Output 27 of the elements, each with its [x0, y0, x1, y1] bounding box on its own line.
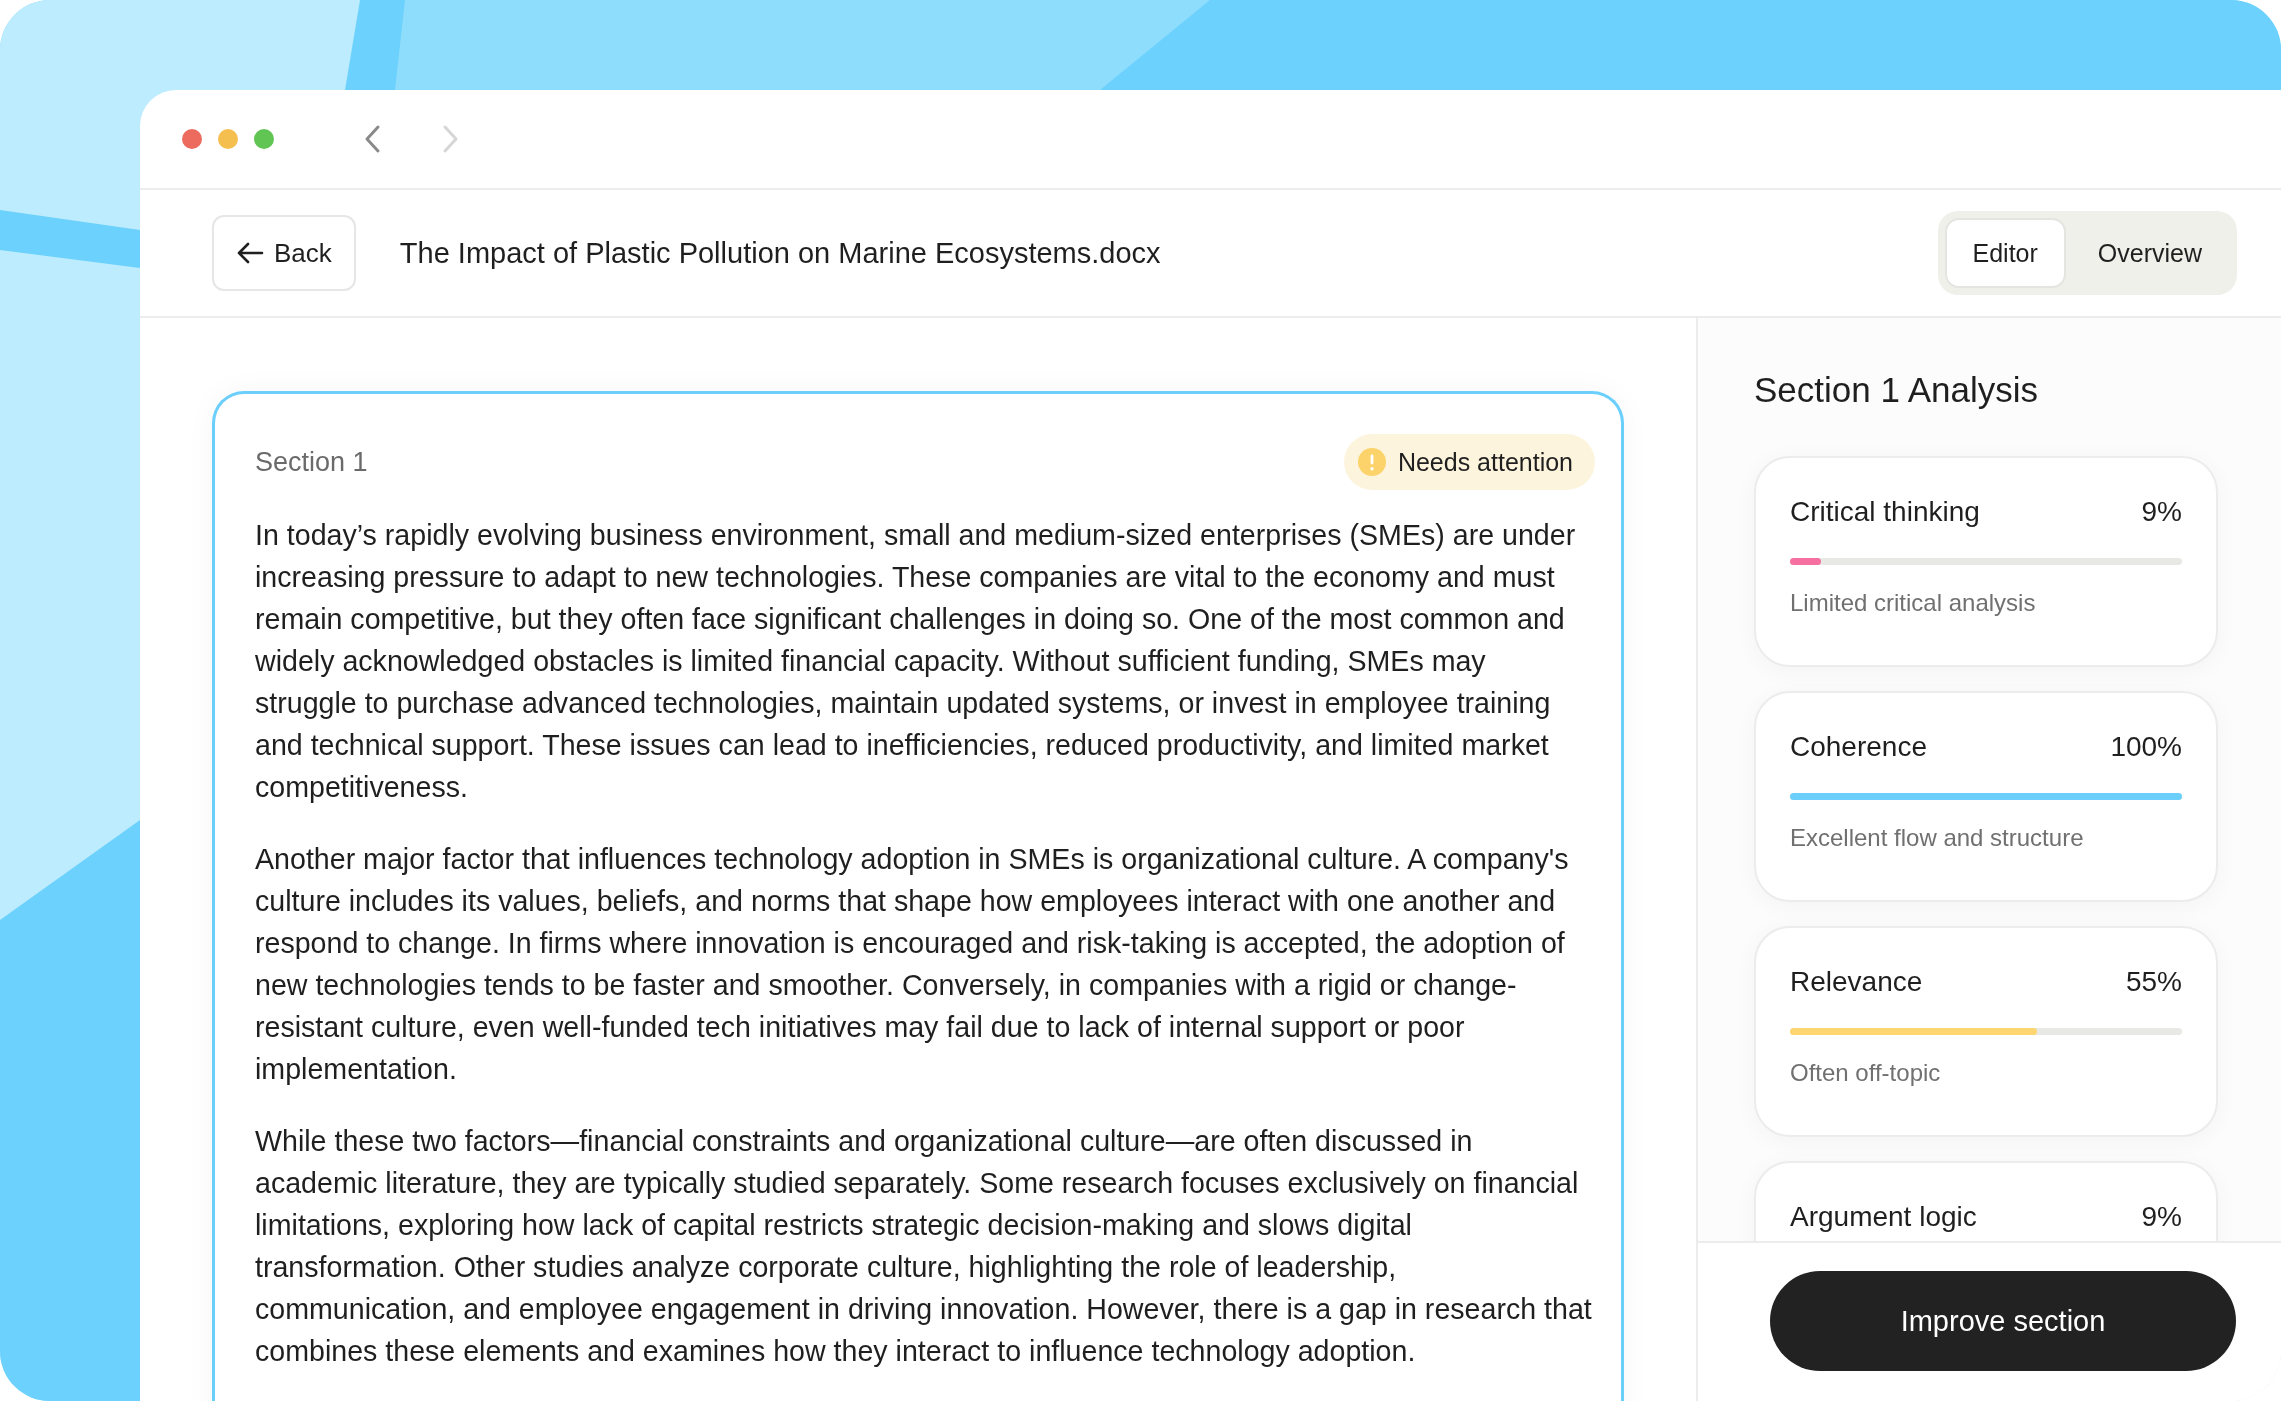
- metric-name: Critical thinking: [1790, 496, 1980, 528]
- view-tab[interactable]: Overview: [2069, 218, 2230, 288]
- exclamation-icon: [1357, 448, 1386, 476]
- metric-name: Relevance: [1790, 966, 1923, 998]
- paragraph: In today’s rapidly evolving business environment, small and medium-sized enterprises (SMEs) are under increasing pressure to adapt to new technologies. These companies are vital to the economy and must remain competitive, but they often face significant challenges in doing so. One of the most common and widely acknowledged obstacles is limited financial capacity. Without sufficient funding, SMEs may struggle to purchase advanced technologies, maintain updated systems, or invest in employee training and technical support. These issues can lead to inefficiencies, reduced productivity, and limited market competitiveness.: [255, 518, 1577, 805]
- close-button[interactable]: [182, 129, 202, 149]
- metric-value: 100%: [2110, 731, 2182, 763]
- document-title: The Impact of Plastic Pollution on Marine Ecosystems.docx: [399, 236, 1162, 270]
- panel-heading: Section 1 Analysis: [1754, 370, 2040, 410]
- minimize-button[interactable]: [218, 129, 238, 149]
- improve-section-button[interactable]: Improve section: [1770, 1271, 2236, 1371]
- metric-value: 55%: [2125, 966, 2182, 998]
- zoom-button[interactable]: [254, 129, 274, 149]
- view-tab[interactable]: Editor: [1944, 218, 2066, 288]
- section-label: Section 1: [255, 446, 368, 478]
- metric-name: Argument logic: [1790, 1201, 1977, 1233]
- metric-value: 9%: [2141, 1201, 2182, 1233]
- metric-note: Limited critical analysis: [1790, 589, 2037, 617]
- metric-value: 9%: [2141, 496, 2182, 528]
- status-badge: Needs attention: [1343, 434, 1595, 490]
- back-button[interactable]: Back: [212, 215, 356, 291]
- metric-note: Often off-topic: [1790, 1059, 1942, 1087]
- arrow-left-icon: [236, 241, 264, 265]
- paragraph: While these two factors—financial constraints and organizational culture—are often discussed in academic literature, they are typically studied separately. Some research focuses exclusively on financial limitations, exploring how lack of capital restricts strategic decision-making and slows digital transformation. Other studies analyze corporate culture, highlighting the role of leadership, communication, and employee engagement in driving innovation. However, there is a gap in research that combines these elements and examines how they interact to influence technology adoption.: [255, 1124, 1593, 1369]
- paragraph: Another major factor that influences technology adoption in SMEs is organizational culture. A company's culture includes its values, beliefs, and norms that shape how employees interact with one another and respond to change. In firms where innovation is encouraged and risk-taking is accepted, the adoption of new technologies tends to be faster and smoother. Conversely, in companies with a rigid or change-resistant culture, even well-funded tech initiatives may fail due to lack of internal support or poor implementation.: [255, 842, 1570, 1087]
- metric-name: Coherence: [1790, 731, 1927, 763]
- metric-note: Excellent flow and structure: [1790, 824, 2085, 852]
